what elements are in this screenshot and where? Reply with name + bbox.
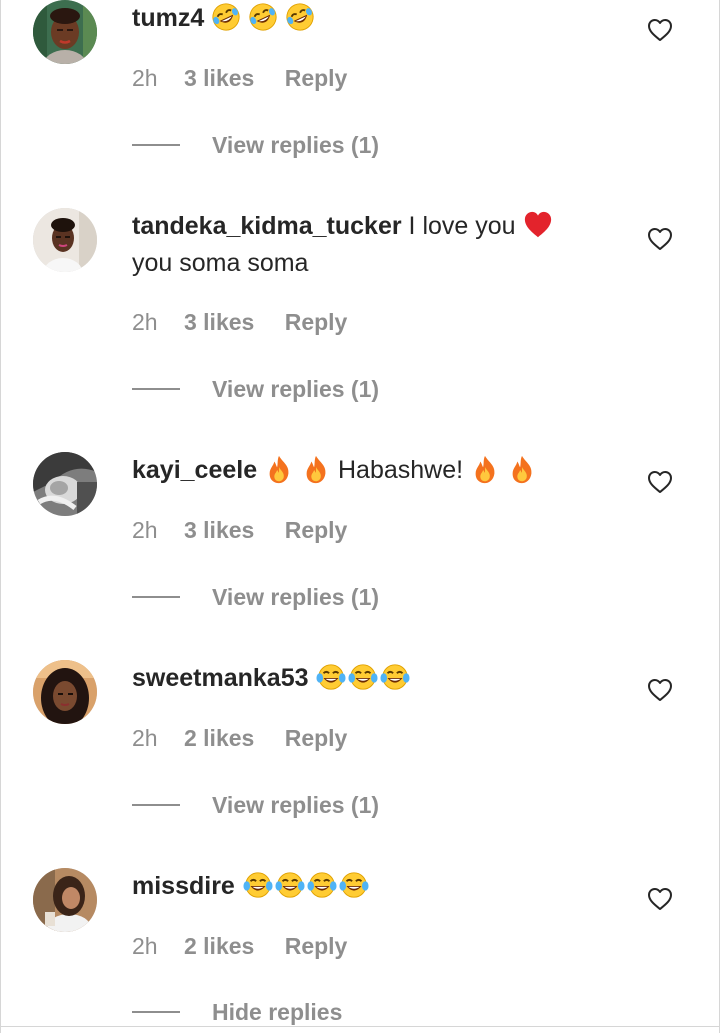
tears-of-joy-emoji [306,870,338,900]
heart-outline-icon[interactable] [647,18,673,42]
comment-meta: 2h 2 likes Reply [132,723,347,753]
likes-count[interactable]: 2 likes [184,933,254,959]
tears-of-joy-emoji [379,662,411,692]
heart-outline-icon[interactable] [647,470,673,494]
fire-emoji [507,454,537,484]
comment-text: sweetmanka53 [132,660,411,696]
hide-replies-label: Hide replies [212,999,343,1025]
tears-of-joy-emoji [274,870,306,900]
likes-count[interactable]: 2 likes [184,725,254,751]
view-replies-label: View replies (1) [212,584,380,610]
thread-dash [132,388,180,390]
reply-button[interactable]: Reply [285,517,348,543]
comment-meta: 2h 3 likes Reply [132,63,347,93]
fire-emoji [470,454,500,484]
tears-of-joy-emoji [347,662,379,692]
tears-of-joy-emoji [338,870,370,900]
heart-outline-icon[interactable] [647,227,673,251]
rofl-emoji [285,2,315,32]
thread-dash [132,144,180,146]
avatar[interactable] [33,660,97,724]
comment-username[interactable]: tandeka_kidma_tucker [132,212,402,240]
reply-button[interactable]: Reply [285,725,348,751]
reply-button[interactable]: Reply [285,309,348,335]
rofl-emoji [248,2,278,32]
likes-count[interactable]: 3 likes [184,517,254,543]
comment-username[interactable]: tumz4 [132,4,204,32]
heart-outline-icon[interactable] [647,678,673,702]
reply-button[interactable]: Reply [285,933,348,959]
comment-username[interactable]: missdire [132,872,235,900]
fire-emoji [301,454,331,484]
reply-button[interactable]: Reply [285,65,348,91]
heart-outline-icon[interactable] [647,887,673,911]
avatar[interactable] [33,0,97,64]
comment-body: Habashwe! [337,456,464,484]
comment-text: kayi_ceele Habashwe! [132,452,537,488]
comment-time: 2h [132,933,158,959]
comment-body: I love you [408,212,516,240]
comment-time: 2h [132,725,158,751]
comment-time: 2h [132,65,158,91]
comment-meta: 2h 3 likes Reply [132,515,347,545]
comment-text: tandeka_kidma_tucker I love you [132,208,553,244]
comment-meta: 2h 2 likes Reply [132,931,347,961]
likes-count[interactable]: 3 likes [184,65,254,91]
comment-username[interactable]: sweetmanka53 [132,664,309,692]
view-replies-label: View replies (1) [212,132,380,158]
comment-text: missdire [132,868,370,904]
avatar[interactable] [33,868,97,932]
comment-username[interactable]: kayi_ceele [132,456,257,484]
comment-time: 2h [132,309,158,335]
comment-text-continued: you soma soma [132,249,309,277]
view-replies-label: View replies (1) [212,792,380,818]
view-replies-label: View replies (1) [212,376,380,402]
thread-dash [132,804,180,806]
frame-border-bottom [0,1026,720,1027]
tears-of-joy-emoji [242,870,274,900]
rofl-emoji [211,2,241,32]
thread-dash [132,596,180,598]
comment-time: 2h [132,517,158,543]
comment-meta: 2h 3 likes Reply [132,307,347,337]
avatar[interactable] [33,208,97,272]
red-heart-emoji [523,210,553,240]
fire-emoji [264,454,294,484]
comment-text: tumz4 [132,0,315,36]
likes-count[interactable]: 3 likes [184,309,254,335]
tears-of-joy-emoji [315,662,347,692]
thread-dash [132,1011,180,1013]
frame-border-left [0,0,1,1033]
avatar[interactable] [33,452,97,516]
